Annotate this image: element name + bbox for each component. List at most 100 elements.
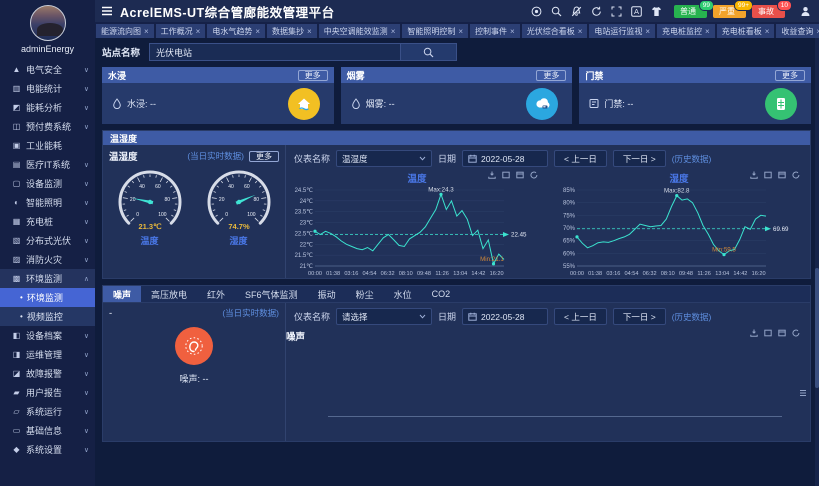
sidebar-subitem-环境监测[interactable]: •环境监测 — [0, 288, 95, 307]
translate-icon[interactable]: A — [631, 6, 642, 17]
next-day-button[interactable]: 下一日 > — [613, 150, 666, 167]
theme-icon[interactable] — [651, 6, 662, 17]
restore-icon[interactable] — [502, 171, 510, 179]
tab-close-icon[interactable]: × — [765, 27, 770, 36]
sensor-tab-水位[interactable]: 水位 — [384, 286, 422, 302]
tab-close-icon[interactable]: × — [458, 27, 463, 36]
sidebar-item-ops-management[interactable]: ◨运维管理∨ — [0, 345, 95, 364]
tab-close-icon[interactable]: × — [391, 27, 396, 36]
smoke-more-button[interactable]: 更多 — [536, 70, 566, 81]
restore-icon[interactable] — [764, 171, 772, 179]
prev-day-button[interactable]: < 上一日 — [554, 308, 607, 325]
station-name-input[interactable] — [149, 43, 401, 61]
menu-collapse-icon[interactable] — [101, 6, 113, 16]
sidebar-item-device-archive[interactable]: ◧设备档案∨ — [0, 326, 95, 345]
tab-控制事件[interactable]: 控制事件× — [470, 24, 520, 38]
guide-icon[interactable] — [531, 6, 542, 17]
tab-close-icon[interactable]: × — [510, 27, 515, 36]
sidebar-item-basic-info[interactable]: ▭基础信息∨ — [0, 421, 95, 440]
sensor-tab-噪声[interactable]: 噪声 — [103, 286, 141, 302]
water-leak-more-button[interactable]: 更多 — [298, 70, 328, 81]
sidebar-item-environment-monitoring[interactable]: ▩环境监测∧ — [0, 269, 95, 288]
sensor-tab-CO2[interactable]: CO2 — [422, 286, 461, 302]
history-data-link[interactable]: (历史数据) — [672, 153, 712, 165]
tab-充电桩监控[interactable]: 充电桩监控× — [657, 24, 715, 38]
sidebar-item-distributed-pv[interactable]: ▧分布式光伏∨ — [0, 231, 95, 250]
sensor-tab-振动[interactable]: 振动 — [308, 286, 346, 302]
sidebar-item-fault-alarm[interactable]: ◪故障报警∨ — [0, 364, 95, 383]
sidebar-item-fire-safety[interactable]: ▨消防火灾∨ — [0, 250, 95, 269]
history-data-link[interactable]: (历史数据) — [672, 311, 712, 323]
access-more-button[interactable]: 更多 — [775, 70, 805, 81]
tab-close-icon[interactable]: × — [645, 27, 650, 36]
tab-close-icon[interactable]: × — [144, 27, 149, 36]
tab-工作概况[interactable]: 工作概况× — [156, 24, 206, 38]
refresh-chart-icon[interactable] — [530, 171, 538, 179]
alarm-button-严重[interactable]: 严重99+ — [713, 5, 746, 18]
sensor-tab-SF6气体监测[interactable]: SF6气体监测 — [235, 286, 308, 302]
refresh-icon[interactable] — [591, 6, 602, 17]
search-icon[interactable] — [551, 6, 562, 17]
next-day-button[interactable]: 下一日 > — [613, 308, 666, 325]
gauges: 02040608010021.3℃温度02040608010074.7%湿度 — [103, 165, 285, 247]
tab-电站运行监视[interactable]: 电站运行监视× — [589, 24, 655, 38]
sidebar-item-user-report[interactable]: ▰用户报告∨ — [0, 383, 95, 402]
sidebar-item-prepaid-system[interactable]: ◫预付费系统∨ — [0, 117, 95, 136]
tab-收益查询[interactable]: 收益查询× — [776, 24, 819, 38]
sidebar-item-charging-pile[interactable]: ▦充电桩∨ — [0, 212, 95, 231]
data-view-icon[interactable] — [516, 171, 524, 179]
tab-close-icon[interactable]: × — [255, 27, 260, 36]
sidebar-item-system-settings[interactable]: ◆系统设置∨ — [0, 440, 95, 459]
fullscreen-icon[interactable] — [611, 6, 622, 17]
refresh-chart-icon[interactable] — [792, 329, 800, 337]
sensor-tab-高压放电[interactable]: 高压放电 — [141, 286, 197, 302]
save-image-icon[interactable] — [750, 171, 758, 179]
tab-电水气趋势[interactable]: 电水气趋势× — [207, 24, 265, 38]
tab-close-icon[interactable]: × — [578, 27, 583, 36]
meter-select[interactable]: 请选择 — [336, 308, 432, 325]
data-view-icon[interactable] — [799, 389, 807, 397]
sensor-tab-红外[interactable]: 红外 — [197, 286, 235, 302]
prev-day-button[interactable]: < 上一日 — [554, 150, 607, 167]
data-view-icon[interactable] — [778, 171, 786, 179]
system-operation-icon: ▱ — [11, 407, 22, 416]
tab-智能照明控制[interactable]: 智能照明控制× — [402, 24, 468, 38]
svg-text:08:10: 08:10 — [399, 271, 413, 277]
tab-close-icon[interactable]: × — [705, 27, 710, 36]
sensor-tab-粉尘[interactable]: 粉尘 — [346, 286, 384, 302]
meter-select[interactable]: 温湿度 — [336, 150, 432, 167]
access-icon — [765, 88, 797, 120]
mute-notifications-icon[interactable] — [571, 6, 582, 17]
date-picker[interactable]: 2022-05-28 — [462, 150, 548, 167]
station-search-button[interactable] — [401, 43, 457, 61]
date-picker[interactable]: 2022-05-28 — [462, 308, 548, 325]
sidebar-subitem-视频监控[interactable]: •视频监控 — [0, 307, 95, 326]
scrollbar-thumb[interactable] — [815, 268, 819, 388]
tab-光伏综合看板[interactable]: 光伏综合看板× — [522, 24, 588, 38]
sidebar-item-system-operation[interactable]: ▱系统运行∨ — [0, 402, 95, 421]
data-view-icon[interactable] — [778, 329, 786, 337]
th-more-button[interactable]: 更多 — [249, 151, 279, 162]
tab-close-icon[interactable]: × — [196, 27, 201, 36]
tab-充电桩看板[interactable]: 充电桩看板× — [717, 24, 775, 38]
alarm-button-事故[interactable]: 事故10 — [752, 5, 785, 18]
save-image-icon[interactable] — [750, 329, 758, 337]
sidebar-item-electrical-safety[interactable]: ▲电气安全∨ — [0, 60, 95, 79]
tab-能源流向图[interactable]: 能源流向图× — [96, 24, 154, 38]
restore-icon[interactable] — [764, 329, 772, 337]
sidebar-item-industrial-energy[interactable]: ▣工业能耗 — [0, 136, 95, 155]
save-image-icon[interactable] — [488, 171, 496, 179]
tab-数据集抄[interactable]: 数据集抄× — [267, 24, 317, 38]
refresh-chart-icon[interactable] — [792, 171, 800, 179]
tab-中央空调能效监测[interactable]: 中央空调能效监测× — [319, 24, 401, 38]
sidebar-item-medical-it-system[interactable]: ▤医疗IT系统∨ — [0, 155, 95, 174]
vertical-scrollbar[interactable] — [815, 38, 819, 486]
sidebar-item-smart-lighting[interactable]: ◐智能照明∨ — [0, 193, 95, 212]
tab-close-icon[interactable]: × — [307, 27, 312, 36]
sidebar-item-device-monitoring[interactable]: ▢设备监测∨ — [0, 174, 95, 193]
alarm-button-普通[interactable]: 普通99 — [674, 5, 707, 18]
user-icon[interactable] — [800, 6, 811, 17]
sidebar-item-energy-analysis[interactable]: ◩能耗分析∨ — [0, 98, 95, 117]
sidebar-item-energy-statistics[interactable]: ▥电能统计∨ — [0, 79, 95, 98]
chevron-down-icon: ∨ — [84, 389, 89, 397]
